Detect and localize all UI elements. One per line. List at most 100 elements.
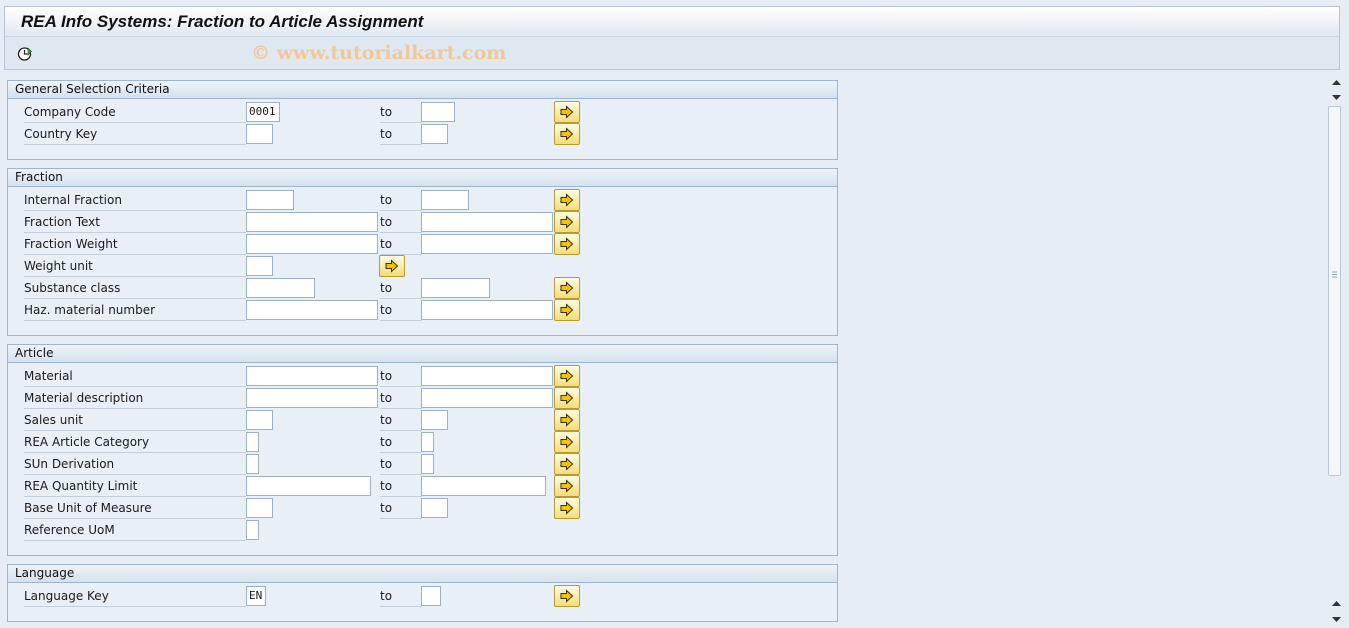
reference-uom-input[interactable] xyxy=(246,520,259,540)
material-to-input[interactable] xyxy=(421,366,553,386)
sun-derivation-from-input[interactable] xyxy=(246,454,259,474)
to-label: to xyxy=(380,500,422,519)
group-fraction: Fraction Internal Fraction to Fraction T… xyxy=(7,168,838,336)
application-toolbar: © www.tutorialkart.com xyxy=(4,36,1340,70)
internal-fraction-to-input[interactable] xyxy=(421,190,469,210)
language-key-multiple-selection-button[interactable] xyxy=(554,585,580,607)
row-rea-article-category: REA Article Category to xyxy=(8,431,837,453)
row-reference-uom: Reference UoM xyxy=(8,519,837,541)
row-rea-quantity-limit: REA Quantity Limit to xyxy=(8,475,837,497)
rea-article-category-to-input[interactable] xyxy=(421,432,434,452)
material-from-input[interactable] xyxy=(246,366,378,386)
fraction-text-multiple-selection-button[interactable] xyxy=(554,211,580,233)
scroll-page-down-icon[interactable] xyxy=(1331,597,1342,606)
row-weight-unit: Weight unit xyxy=(8,255,837,277)
field-label: Internal Fraction xyxy=(24,192,246,211)
field-label: Material description xyxy=(24,390,246,409)
row-fraction-weight: Fraction Weight to xyxy=(8,233,837,255)
material-description-multiple-selection-button[interactable] xyxy=(554,387,580,409)
row-language-key: Language Key EN to xyxy=(8,585,837,607)
field-label: REA Article Category xyxy=(24,434,246,453)
field-label: SUn Derivation xyxy=(24,456,246,475)
row-fraction-text: Fraction Text to xyxy=(8,211,837,233)
to-label: to xyxy=(380,588,422,607)
language-key-from-input[interactable]: EN xyxy=(246,586,266,606)
haz-material-number-to-input[interactable] xyxy=(421,300,553,320)
internal-fraction-from-input[interactable] xyxy=(246,190,294,210)
arrow-right-icon xyxy=(560,457,574,471)
company-code-to-input[interactable] xyxy=(421,102,455,122)
language-key-to-input[interactable] xyxy=(421,586,441,606)
material-multiple-selection-button[interactable] xyxy=(554,365,580,387)
scroll-up-icon[interactable] xyxy=(1331,76,1342,85)
to-label: to xyxy=(380,456,422,475)
field-label: Base Unit of Measure xyxy=(24,500,246,519)
arrow-right-icon xyxy=(560,303,574,317)
material-description-from-input[interactable] xyxy=(246,388,378,408)
company-code-from-input[interactable]: 0001 xyxy=(246,102,280,122)
fraction-text-from-input[interactable] xyxy=(246,212,378,232)
row-country-key: Country Key to xyxy=(8,123,837,145)
field-label: Language Key xyxy=(24,588,246,607)
arrow-right-icon xyxy=(560,281,574,295)
substance-class-multiple-selection-button[interactable] xyxy=(554,277,580,299)
field-label: Sales unit xyxy=(24,412,246,431)
country-key-multiple-selection-button[interactable] xyxy=(554,123,580,145)
sun-derivation-multiple-selection-button[interactable] xyxy=(554,453,580,475)
sales-unit-multiple-selection-button[interactable] xyxy=(554,409,580,431)
grip-icon xyxy=(1332,271,1337,278)
arrow-right-icon xyxy=(560,391,574,405)
arrow-right-icon xyxy=(560,237,574,251)
field-label: Fraction Weight xyxy=(24,236,246,255)
field-label: Fraction Text xyxy=(24,214,246,233)
rea-quantity-limit-from-input[interactable] xyxy=(246,476,371,496)
execute-clock-icon[interactable] xyxy=(17,46,33,62)
haz-material-number-multiple-selection-button[interactable] xyxy=(554,299,580,321)
arrow-right-icon xyxy=(560,369,574,383)
field-label: Haz. material number xyxy=(24,302,246,321)
base-unit-of-measure-to-input[interactable] xyxy=(421,498,448,518)
scrollbar-thumb[interactable] xyxy=(1328,106,1341,476)
group-language: Language Language Key EN to xyxy=(7,564,838,622)
internal-fraction-multiple-selection-button[interactable] xyxy=(554,189,580,211)
sales-unit-from-input[interactable] xyxy=(246,410,273,430)
base-unit-of-measure-from-input[interactable] xyxy=(246,498,273,518)
scroll-page-up-icon[interactable] xyxy=(1331,91,1342,100)
country-key-to-input[interactable] xyxy=(421,124,448,144)
fraction-weight-to-input[interactable] xyxy=(421,234,553,254)
sun-derivation-to-input[interactable] xyxy=(421,454,434,474)
material-description-to-input[interactable] xyxy=(421,388,553,408)
row-material-description: Material description to xyxy=(8,387,837,409)
substance-class-from-input[interactable] xyxy=(246,278,315,298)
fraction-weight-multiple-selection-button[interactable] xyxy=(554,233,580,255)
to-label: to xyxy=(380,214,422,233)
base-unit-of-measure-multiple-selection-button[interactable] xyxy=(554,497,580,519)
to-label: to xyxy=(380,126,422,145)
vertical-scrollbar[interactable] xyxy=(1325,72,1349,628)
title-bar: REA Info Systems: Fraction to Article As… xyxy=(4,6,1340,36)
to-label: to xyxy=(380,434,422,453)
company-code-multiple-selection-button[interactable] xyxy=(554,101,580,123)
fraction-text-to-input[interactable] xyxy=(421,212,553,232)
rea-article-category-from-input[interactable] xyxy=(246,432,259,452)
row-company-code: Company Code 0001 to xyxy=(8,101,837,123)
country-key-from-input[interactable] xyxy=(246,124,273,144)
substance-class-to-input[interactable] xyxy=(421,278,490,298)
group-general-selection: General Selection Criteria Company Code … xyxy=(7,80,838,160)
group-header: General Selection Criteria xyxy=(8,81,837,99)
scroll-down-icon[interactable] xyxy=(1331,613,1342,622)
sales-unit-to-input[interactable] xyxy=(421,410,448,430)
row-base-unit-of-measure: Base Unit of Measure to xyxy=(8,497,837,519)
weight-unit-input[interactable] xyxy=(246,256,273,276)
row-sales-unit: Sales unit to xyxy=(8,409,837,431)
rea-quantity-limit-to-input[interactable] xyxy=(421,476,546,496)
fraction-weight-from-input[interactable] xyxy=(246,234,378,254)
row-substance-class: Substance class to xyxy=(8,277,837,299)
rea-article-category-multiple-selection-button[interactable] xyxy=(554,431,580,453)
rea-quantity-limit-multiple-selection-button[interactable] xyxy=(554,475,580,497)
group-header: Fraction xyxy=(8,169,837,187)
weight-unit-multiple-selection-button[interactable] xyxy=(379,255,405,277)
to-label: to xyxy=(380,280,422,299)
haz-material-number-from-input[interactable] xyxy=(246,300,378,320)
field-label: Material xyxy=(24,368,246,387)
